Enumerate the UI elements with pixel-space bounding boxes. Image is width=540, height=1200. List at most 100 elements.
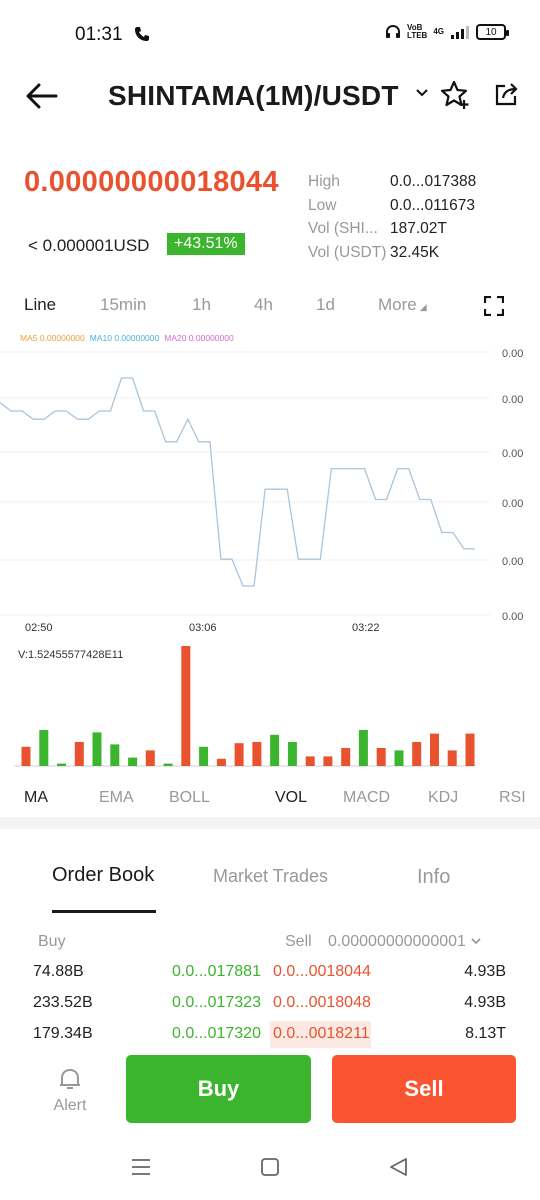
volume-bar (394, 750, 404, 766)
stat-high: High 0.0...017388 (308, 173, 477, 190)
tab-15min[interactable]: 15min (100, 295, 146, 315)
status-time: 01:31 (75, 24, 123, 45)
volume-bar (252, 742, 262, 766)
tab-market-trades[interactable]: Market Trades (213, 866, 328, 887)
y-axis-label: 0.00 (502, 556, 523, 568)
volume-bar (74, 742, 84, 766)
tab-boll[interactable]: BOLL (169, 789, 210, 807)
tab-4h[interactable]: 4h (254, 295, 273, 315)
tab-line[interactable]: Line (24, 295, 56, 315)
action-bar: Alert Buy Sell (0, 1048, 540, 1132)
caret-icon: ◢ (419, 302, 427, 312)
sell-button[interactable]: Sell (332, 1055, 516, 1123)
buy-button[interactable]: Buy (126, 1055, 311, 1123)
fullscreen-icon[interactable] (483, 295, 505, 321)
precision-value: 0.00000000000001 (328, 933, 466, 950)
volume-bar (465, 733, 475, 766)
status-bar: 01:31 VoB LTEB 4G 10 (0, 0, 540, 72)
buy-qty: 74.88B (33, 963, 84, 980)
orderbook-row[interactable]: 179.34B 0.0...017320 0.0...0018211 8.13T (0, 1020, 540, 1051)
buy-qty: 179.34B (33, 1025, 93, 1042)
tab-rsi[interactable]: RSI (499, 789, 526, 807)
x-axis-label: 02:50 (25, 622, 53, 634)
tab-order-book[interactable]: Order Book (52, 864, 154, 887)
orderbook-row[interactable]: 233.52B 0.0...017323 0.0...0018048 4.93B (0, 989, 540, 1020)
volume-bar (92, 732, 102, 766)
volume-bar (447, 750, 457, 766)
tab-info[interactable]: Info (417, 866, 450, 889)
y-axis-label: 0.00 (502, 348, 523, 360)
change-badge: +43.51% (167, 233, 245, 255)
tab-ema[interactable]: EMA (99, 789, 134, 807)
phone-icon (134, 26, 150, 47)
section-divider (0, 817, 540, 829)
back-arrow-icon[interactable] (24, 80, 60, 112)
volume-bar (145, 750, 155, 766)
volume-bar (287, 742, 297, 766)
back-triangle-icon[interactable] (388, 1156, 410, 1183)
volume-bar (270, 734, 280, 766)
volume-bar (430, 733, 439, 766)
orderbook-header: Buy Sell 0.00000000000001 (0, 930, 540, 954)
share-icon[interactable] (494, 82, 520, 113)
tab-macd[interactable]: MACD (343, 789, 390, 807)
volume-bar (305, 756, 315, 766)
orderbook-rows: 74.88B 0.0...017881 0.0...0018044 4.93B … (0, 958, 540, 1051)
tab-1h[interactable]: 1h (192, 295, 211, 315)
chevron-down-icon (471, 938, 482, 945)
system-nav-bar (0, 1140, 540, 1200)
y-axis-label: 0.00 (502, 611, 523, 623)
x-axis-label: 03:06 (189, 622, 217, 634)
buy-price: 0.0...017323 (172, 994, 261, 1011)
sell-price: 0.0...0018048 (273, 994, 371, 1011)
volume-bar (39, 730, 49, 766)
sell-price: 0.0...0018211 (273, 1025, 370, 1042)
indicator-tabs: MA EMA BOLL VOL MACD KDJ RSI (0, 787, 540, 811)
sell-price: 0.0...0018044 (273, 963, 371, 980)
chevron-down-icon[interactable] (414, 86, 430, 104)
price-line-series (0, 377, 475, 587)
add-favorite-star-icon[interactable] (440, 80, 470, 115)
tab-more[interactable]: More ◢ (378, 295, 427, 315)
tab-ma[interactable]: MA (24, 789, 48, 807)
stat-vol-base: Vol (SHI... 187.02T (308, 220, 447, 237)
volume-bar (234, 743, 244, 766)
x-axis-label: 03:22 (352, 622, 380, 634)
battery-icon: 10 (476, 24, 509, 40)
pair-title[interactable]: SHINTAMA(1M)/USDT (108, 80, 399, 112)
home-icon[interactable] (259, 1156, 281, 1183)
tab-vol[interactable]: VOL (275, 789, 307, 807)
volume-bar (323, 756, 333, 766)
sell-qty: 4.93B (464, 963, 506, 980)
volume-bar (341, 748, 351, 766)
volume-bar (358, 730, 368, 766)
volume-chart[interactable]: V:1.52455577428E11 (0, 640, 540, 770)
y-axis-label: 0.00 (502, 394, 523, 406)
sell-qty: 4.93B (464, 994, 506, 1011)
volume-bar (199, 746, 209, 766)
buy-qty: 233.52B (33, 994, 93, 1011)
signal-icon (451, 26, 469, 39)
volume-bar (57, 763, 66, 766)
stat-vol-quote: Vol (USDT) 32.45K (308, 243, 440, 261)
status-icons: VoB LTEB 4G 10 (385, 24, 509, 40)
usd-price: < 0.000001USD (28, 236, 150, 255)
last-price: 0.00000000018044 (24, 166, 279, 198)
precision-select[interactable]: 0.00000000000001 (328, 933, 482, 951)
y-axis-label: 0.00 (502, 498, 523, 510)
sell-column-header: Sell (285, 933, 312, 950)
timeframe-tabs: Line 15min 1h 4h 1d More ◢ (0, 292, 540, 320)
volume-bar (163, 763, 173, 766)
tab-more-label: More (378, 295, 417, 314)
stat-low: Low 0.0...011673 (308, 196, 476, 214)
tab-kdj[interactable]: KDJ (428, 789, 458, 807)
price-chart[interactable]: 0.00 0.00 0.00 0.00 0.00 0.00 02:50 03:06 03:22 (0, 340, 540, 640)
orderbook-row[interactable]: 74.88B 0.0...017881 0.0...0018044 4.93B (0, 958, 540, 989)
alert-label: Alert (53, 1097, 87, 1114)
buy-price: 0.0...017881 (172, 963, 261, 980)
top-bar: SHINTAMA(1M)/USDT (0, 72, 540, 122)
alert-button[interactable]: Alert (44, 1066, 96, 1115)
tab-1d[interactable]: 1d (316, 295, 335, 315)
sell-qty: 8.13T (465, 1025, 506, 1042)
recents-menu-icon[interactable] (130, 1156, 152, 1183)
